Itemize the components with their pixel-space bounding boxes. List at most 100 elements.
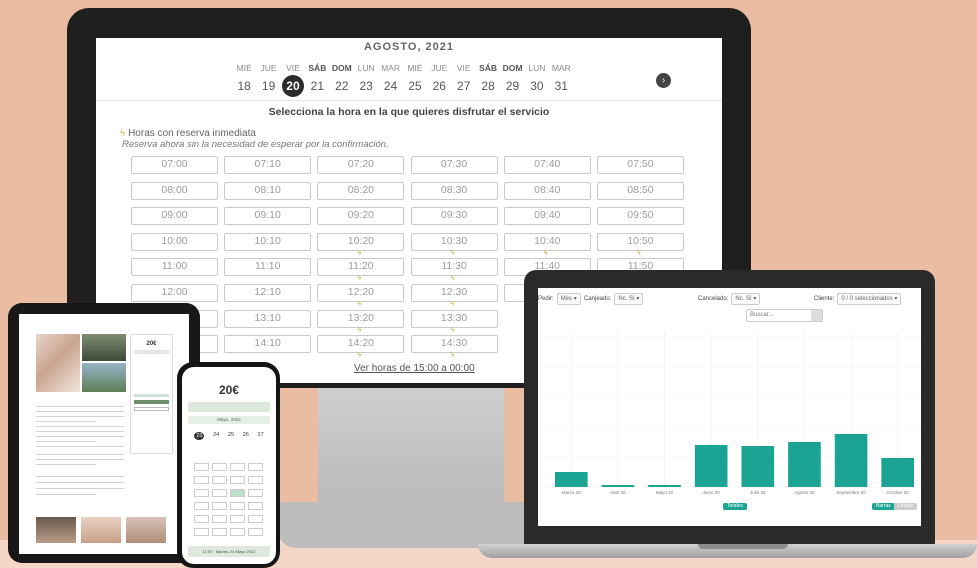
- phone-time-slot[interactable]: [194, 463, 209, 471]
- bar[interactable]: [648, 485, 681, 487]
- phone-time-slot[interactable]: [212, 515, 227, 523]
- gift-button[interactable]: [134, 407, 169, 411]
- phone-time-slot[interactable]: [194, 489, 209, 497]
- phone-day[interactable]: 26: [243, 432, 249, 440]
- time-slot[interactable]: 14:20 ϟ: [317, 335, 405, 359]
- filter-select[interactable]: Mes ▾: [556, 293, 581, 305]
- phone-time-slot[interactable]: [194, 528, 209, 536]
- time-slot[interactable]: 10:20 ϟ: [317, 232, 405, 257]
- day-option[interactable]: DOM 29: [500, 62, 524, 97]
- time-slot[interactable]: 08:00: [131, 181, 218, 200]
- phone-time-slot[interactable]: [248, 476, 263, 484]
- phone-time-slot[interactable]: [248, 515, 263, 523]
- time-slot[interactable]: 09:30: [410, 207, 498, 226]
- phone-time-slot[interactable]: [230, 463, 245, 471]
- more-hours-link[interactable]: Ver horas de 15:00 a 00:00: [354, 363, 475, 374]
- day-option[interactable]: MAR 24: [378, 62, 402, 97]
- time-slot[interactable]: 12:00: [131, 283, 218, 302]
- time-slot[interactable]: 08:10: [224, 181, 312, 200]
- phone-time-slot[interactable]: [230, 515, 245, 523]
- time-slot[interactable]: 08:50: [596, 181, 684, 200]
- time-slot[interactable]: 07:00: [131, 156, 218, 174]
- phone-time-slot[interactable]: [212, 476, 227, 484]
- time-slot[interactable]: 11:00: [131, 258, 218, 277]
- bar[interactable]: [834, 434, 868, 487]
- bar[interactable]: [694, 445, 728, 487]
- phone-day[interactable]: 23: [194, 432, 205, 440]
- time-slot[interactable]: 12:10: [224, 283, 312, 302]
- phone-time-slot[interactable]: [230, 502, 245, 510]
- phone-time-slot[interactable]: [212, 502, 227, 510]
- time-slot[interactable]: 10:30 ϟ: [410, 232, 498, 257]
- phone-time-slot[interactable]: [248, 502, 263, 510]
- day-option[interactable]: MAR 31: [549, 62, 573, 97]
- filter-select[interactable]: 0 / 0 seleccionados ▾: [837, 293, 902, 305]
- phone-day[interactable]: 24: [213, 432, 219, 440]
- time-slot[interactable]: 09:50: [596, 207, 684, 226]
- lines-button[interactable]: Líneas: [894, 503, 918, 510]
- day-option[interactable]: SÁB 21: [305, 62, 329, 97]
- bar[interactable]: [554, 472, 588, 487]
- phone-time-slot[interactable]: [194, 515, 209, 523]
- bar[interactable]: [741, 446, 775, 487]
- day-option[interactable]: LUN 23: [354, 62, 378, 97]
- time-slot[interactable]: 10:00: [131, 232, 218, 251]
- time-slot[interactable]: 08:30: [410, 181, 498, 200]
- phone-time-slot[interactable]: [248, 528, 263, 536]
- phone-time-slot[interactable]: [194, 476, 209, 484]
- day-option[interactable]: VIE 27: [452, 62, 476, 97]
- phone-time-slot[interactable]: [248, 489, 263, 497]
- bar[interactable]: [601, 485, 635, 487]
- time-slot[interactable]: 08:40: [503, 181, 591, 200]
- day-option[interactable]: MIÉ 18: [232, 62, 256, 97]
- reserve-button[interactable]: [134, 400, 169, 404]
- phone-time-slot[interactable]: [212, 528, 227, 536]
- time-slot[interactable]: 14:10: [224, 335, 312, 354]
- time-slot[interactable]: 12:30 ϟ: [410, 283, 498, 308]
- bars-button[interactable]: Barras: [872, 503, 895, 510]
- time-slot[interactable]: 10:10: [224, 232, 312, 251]
- time-slot[interactable]: 11:10: [224, 258, 312, 277]
- phone-time-slot[interactable]: [212, 463, 227, 471]
- filter-2[interactable]: Cancelado: Nc. Sí ▾: [698, 293, 761, 305]
- filter-0[interactable]: Pedir: Mes ▾: [538, 293, 581, 305]
- time-slot[interactable]: 13:30 ϟ: [410, 309, 498, 334]
- day-option[interactable]: JUE 26: [427, 62, 451, 97]
- time-slot[interactable]: 09:10: [224, 207, 312, 226]
- time-slot[interactable]: 13:10: [224, 309, 312, 328]
- totals-button[interactable]: Totales: [723, 503, 747, 510]
- phone-day[interactable]: 27: [258, 432, 264, 440]
- filter-3[interactable]: Cliente: 0 / 0 seleccionados ▾: [814, 293, 902, 305]
- time-slot[interactable]: 07:10: [224, 156, 312, 174]
- time-field[interactable]: [134, 394, 169, 397]
- time-slot[interactable]: 07:50: [596, 156, 684, 174]
- phone-time-slot[interactable]: [212, 489, 227, 497]
- phone-time-slot[interactable]: [248, 463, 263, 471]
- day-option[interactable]: LUN 30: [525, 62, 549, 97]
- time-slot[interactable]: 11:30 ϟ: [410, 258, 498, 282]
- day-option[interactable]: VIE 20: [281, 62, 305, 97]
- time-slot[interactable]: 10:40 ϟ: [503, 232, 591, 257]
- day-option[interactable]: DOM 22: [330, 62, 354, 97]
- time-slot[interactable]: 13:20 ϟ: [317, 309, 405, 334]
- filter-select[interactable]: Nc. Sí ▾: [731, 293, 761, 305]
- time-slot[interactable]: 09:40: [503, 207, 591, 226]
- phone-time-slot[interactable]: [194, 502, 209, 510]
- search-icon[interactable]: [811, 310, 822, 321]
- phone-day[interactable]: 25: [228, 432, 234, 440]
- phone-time-slot[interactable]: [230, 476, 245, 484]
- filter-1[interactable]: Canjeado: Nc. Sí ▾: [584, 293, 644, 305]
- bar[interactable]: [881, 458, 915, 487]
- time-slot[interactable]: 12:20 ϟ: [317, 283, 405, 308]
- phone-time-slot[interactable]: [230, 528, 245, 536]
- day-option[interactable]: SÁB 28: [476, 62, 500, 97]
- day-option[interactable]: MIÉ 25: [403, 62, 427, 97]
- filter-select[interactable]: Nc. Sí ▾: [614, 293, 644, 305]
- phone-time-slot[interactable]: [230, 489, 245, 497]
- time-slot[interactable]: 07:20: [317, 156, 405, 174]
- day-option[interactable]: JUE 19: [256, 62, 280, 97]
- time-slot[interactable]: 14:30 ϟ: [410, 335, 498, 359]
- quantity-stepper[interactable]: [188, 402, 270, 412]
- bar[interactable]: [788, 442, 821, 487]
- time-slot[interactable]: 10:50 ϟ: [596, 232, 684, 257]
